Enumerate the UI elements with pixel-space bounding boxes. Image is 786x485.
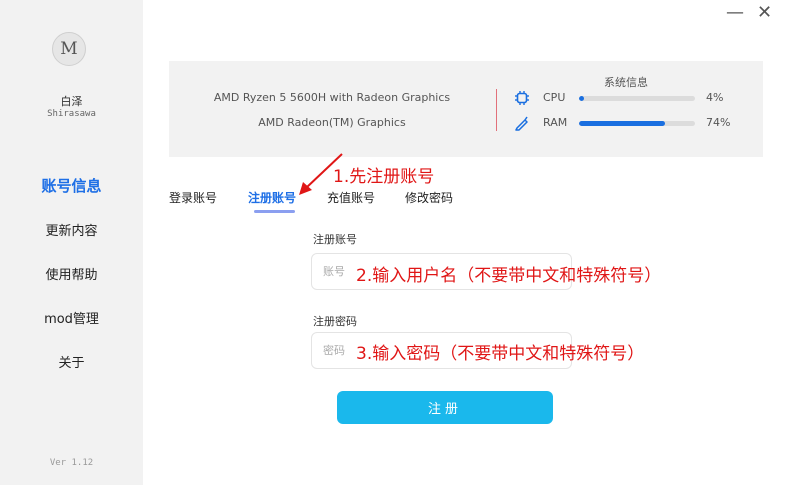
- annotation-step-2: 2.输入用户名（不要带中文和特殊符号）: [356, 266, 662, 286]
- sidebar-item-about[interactable]: 关于: [0, 352, 143, 371]
- system-info-panel: AMD Ryzen 5 5600H with Radeon Graphics A…: [169, 61, 763, 157]
- close-button[interactable]: ✕: [757, 4, 772, 22]
- cpu-name: AMD Ryzen 5 5600H with Radeon Graphics: [213, 91, 451, 104]
- divider: [496, 89, 497, 131]
- user-name: 白泽: [60, 95, 83, 108]
- password-field-label: 注册密码: [313, 315, 357, 328]
- account-field-label: 注册账号: [313, 233, 357, 246]
- memory-icon: [515, 116, 528, 131]
- annotation-step-3: 3.输入密码（不要带中文和特殊符号）: [356, 344, 645, 364]
- app-logo: M: [52, 32, 86, 66]
- sidebar-item-help[interactable]: 使用帮助: [0, 264, 143, 283]
- sidebar: M 白泽 Shirasawa 账号信息 更新内容 使用帮助 mod管理 关于 V…: [0, 0, 143, 485]
- sidebar-item-updates[interactable]: 更新内容: [0, 220, 143, 239]
- ram-percent: 74%: [706, 116, 731, 129]
- cpu-usage-fill: [579, 96, 584, 101]
- register-button[interactable]: 注册: [337, 391, 553, 424]
- sidebar-item-mod-manager[interactable]: mod管理: [0, 308, 143, 327]
- ram-label: RAM: [543, 116, 568, 129]
- annotation-step-1: 1.先注册账号: [333, 167, 435, 187]
- ram-usage-fill: [579, 121, 665, 126]
- chip-icon: [515, 91, 529, 105]
- cpu-usage-bar: [579, 96, 695, 101]
- sidebar-item-account-info[interactable]: 账号信息: [0, 175, 143, 196]
- minimize-button[interactable]: —: [726, 4, 744, 22]
- version-label: Ver 1.12: [49, 458, 94, 468]
- tab-register[interactable]: 注册账号: [248, 189, 296, 206]
- tab-change-password[interactable]: 修改密码: [405, 189, 453, 206]
- cpu-percent: 4%: [706, 91, 724, 104]
- user-subtitle: Shirasawa: [47, 109, 96, 119]
- logo-text: M: [60, 39, 78, 59]
- gpu-name: AMD Radeon(TM) Graphics: [258, 116, 406, 129]
- active-tab-indicator: [254, 210, 295, 213]
- system-info-title: 系统信息: [604, 76, 648, 89]
- cpu-label: CPU: [543, 91, 566, 104]
- tab-login[interactable]: 登录账号: [169, 189, 217, 206]
- ram-usage-bar: [579, 121, 695, 126]
